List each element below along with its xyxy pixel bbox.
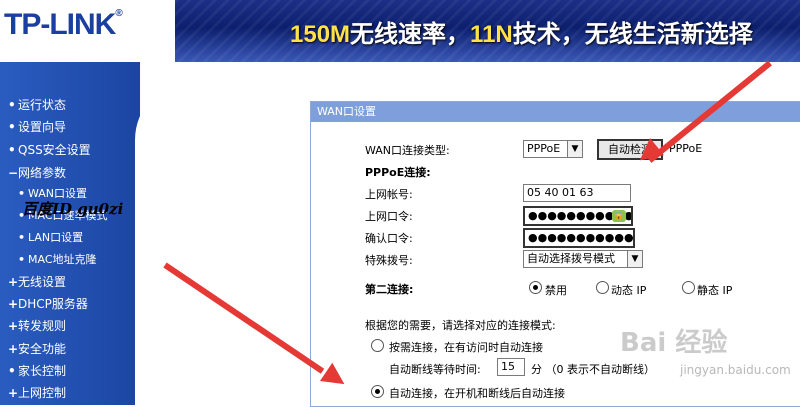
expand-icon: + <box>8 342 19 356</box>
account-label: 上网帐号: <box>365 188 413 201</box>
pppoe-section-label: PPPoE连接: <box>365 166 431 179</box>
special-dial-value: 自动选择拨号模式 <box>527 252 615 265</box>
second-connection-label: 第二连接: <box>365 283 414 296</box>
sidebar-item-security[interactable]: +安全功能 <box>8 340 66 357</box>
mode-hint: 根据您的需要，请选择对应的连接模式: <box>365 319 556 332</box>
special-dial-label: 特殊拨号: <box>365 254 413 267</box>
expand-icon: + <box>8 386 19 400</box>
sidebar-item-label: DHCP服务器 <box>18 297 88 311</box>
sidebar-item-label: 安全功能 <box>18 342 67 356</box>
second-dynamic-ip-radio[interactable] <box>596 281 609 294</box>
logo-registered: ® <box>115 8 122 19</box>
banner-text-a: 无线速率， <box>350 21 471 48</box>
sidebar-item-label: 无线设置 <box>18 275 67 289</box>
sidebar-item-label: 运行状态 <box>18 98 67 112</box>
sidebar-item-label: 上网控制 <box>18 386 67 400</box>
expand-icon: + <box>8 275 19 289</box>
logo-area: TP-LINK® <box>0 0 175 62</box>
wan-type-select[interactable]: PPPoE ▼ <box>523 140 583 158</box>
sidebar-item-lan[interactable]: • LAN口设置 <box>18 229 83 245</box>
second-static-ip-radio[interactable] <box>682 281 695 294</box>
chevron-down-icon: ▼ <box>567 141 582 157</box>
collapse-icon: − <box>8 166 19 180</box>
lock-icon: 🔒 <box>612 210 626 222</box>
expand-icon: + <box>8 297 19 311</box>
banner-text-b: 技术，无线生活新选择 <box>512 21 753 48</box>
banner-slogan: 150M无线速率，11N技术，无线生活新选择 <box>290 14 753 49</box>
banner: 150M无线速率，11N技术，无线生活新选择 <box>175 0 800 62</box>
second-disabled-radio[interactable] <box>529 281 542 294</box>
idle-timeout-unit: 分 （0 表示不自动断线） <box>531 363 655 376</box>
logo-text: TP-LINK <box>4 8 116 41</box>
account-input[interactable]: 05 40 01 63 <box>523 184 631 202</box>
wan-settings-panel: WAN口设置 WAN口连接类型: PPPoE ▼ 自动检测 PPPoE PPPoE… <box>310 101 800 407</box>
auto-connect-label: 自动连接，在开机和断线后自动连接 <box>389 387 565 400</box>
confirm-password-label: 确认口令: <box>365 232 413 245</box>
sidebar-item-status[interactable]: • 运行状态 <box>8 96 66 113</box>
sidebar-item-label: LAN口设置 <box>28 231 84 244</box>
bullet-icon: • <box>18 253 26 266</box>
baidu-url-watermark: jingyan.baidu.com <box>680 363 791 377</box>
connect-on-demand-radio[interactable] <box>371 339 384 352</box>
auto-connect-radio[interactable] <box>371 385 384 398</box>
sidebar-item-label: 家长控制 <box>18 364 67 378</box>
wan-type-label: WAN口连接类型: <box>365 144 450 157</box>
special-dial-select[interactable]: 自动选择拨号模式 ▼ <box>523 250 643 268</box>
second-disabled-label: 禁用 <box>545 284 567 297</box>
sidebar-item-access-control[interactable]: +上网控制 <box>8 384 66 401</box>
sidebar-item-label: 转发规则 <box>18 319 67 333</box>
banner-tech: 11N <box>470 21 513 48</box>
bullet-icon: • <box>8 98 16 112</box>
sidebar-item-network[interactable]: −网络参数 <box>8 164 66 181</box>
sidebar-item-label: QSS安全设置 <box>18 143 91 157</box>
sidebar-item-qss[interactable]: • QSS安全设置 <box>8 141 91 158</box>
sidebar-item-mac-clone[interactable]: • MAC地址克隆 <box>18 251 97 267</box>
second-dynamic-ip-label: 动态 IP <box>611 284 647 297</box>
sidebar-item-forwarding[interactable]: +转发规则 <box>8 317 66 334</box>
baidu-watermark: Bai 经验 <box>620 328 728 358</box>
bullet-icon: • <box>8 364 16 378</box>
banner-speed: 150M <box>290 21 351 48</box>
bullet-icon: • <box>18 231 26 244</box>
sidebar-item-parental[interactable]: • 家长控制 <box>8 362 66 379</box>
sidebar-item-wizard[interactable]: • 设置向导 <box>8 118 66 135</box>
wan-type-value: PPPoE <box>527 142 561 155</box>
idle-timeout-input[interactable]: 15 <box>497 358 525 376</box>
password-label: 上网口令: <box>365 210 413 223</box>
idle-timeout-label: 自动断线等待时间: <box>389 363 481 376</box>
sidebar-item-dhcp[interactable]: +DHCP服务器 <box>8 295 88 312</box>
panel-title: WAN口设置 <box>311 102 800 122</box>
tp-link-logo: TP-LINK® <box>4 8 123 42</box>
expand-icon: + <box>8 319 19 333</box>
sidebar-item-label: 网络参数 <box>18 166 67 180</box>
header: TP-LINK® 150M无线速率，11N技术，无线生活新选择 <box>0 0 800 62</box>
sidebar-item-label: MAC地址克隆 <box>28 253 97 266</box>
baidu-id-watermark: 百度ID gu0zi <box>22 200 124 218</box>
bullet-icon: • <box>8 143 16 157</box>
sidebar: • 运行状态 • 设置向导 • QSS安全设置 −网络参数 • WAN口设置 • MAC口… <box>0 62 140 405</box>
second-static-ip-label: 静态 IP <box>697 284 733 297</box>
sidebar-item-wireless[interactable]: +无线设置 <box>8 273 66 290</box>
sidebar-item-label: 设置向导 <box>18 120 67 134</box>
chevron-down-icon: ▼ <box>627 251 642 267</box>
connect-on-demand-label: 按需连接，在有访问时自动连接 <box>389 341 543 354</box>
confirm-password-input[interactable]: ●●●●●●●●●●●●● <box>523 228 635 248</box>
bullet-icon: • <box>8 120 16 134</box>
